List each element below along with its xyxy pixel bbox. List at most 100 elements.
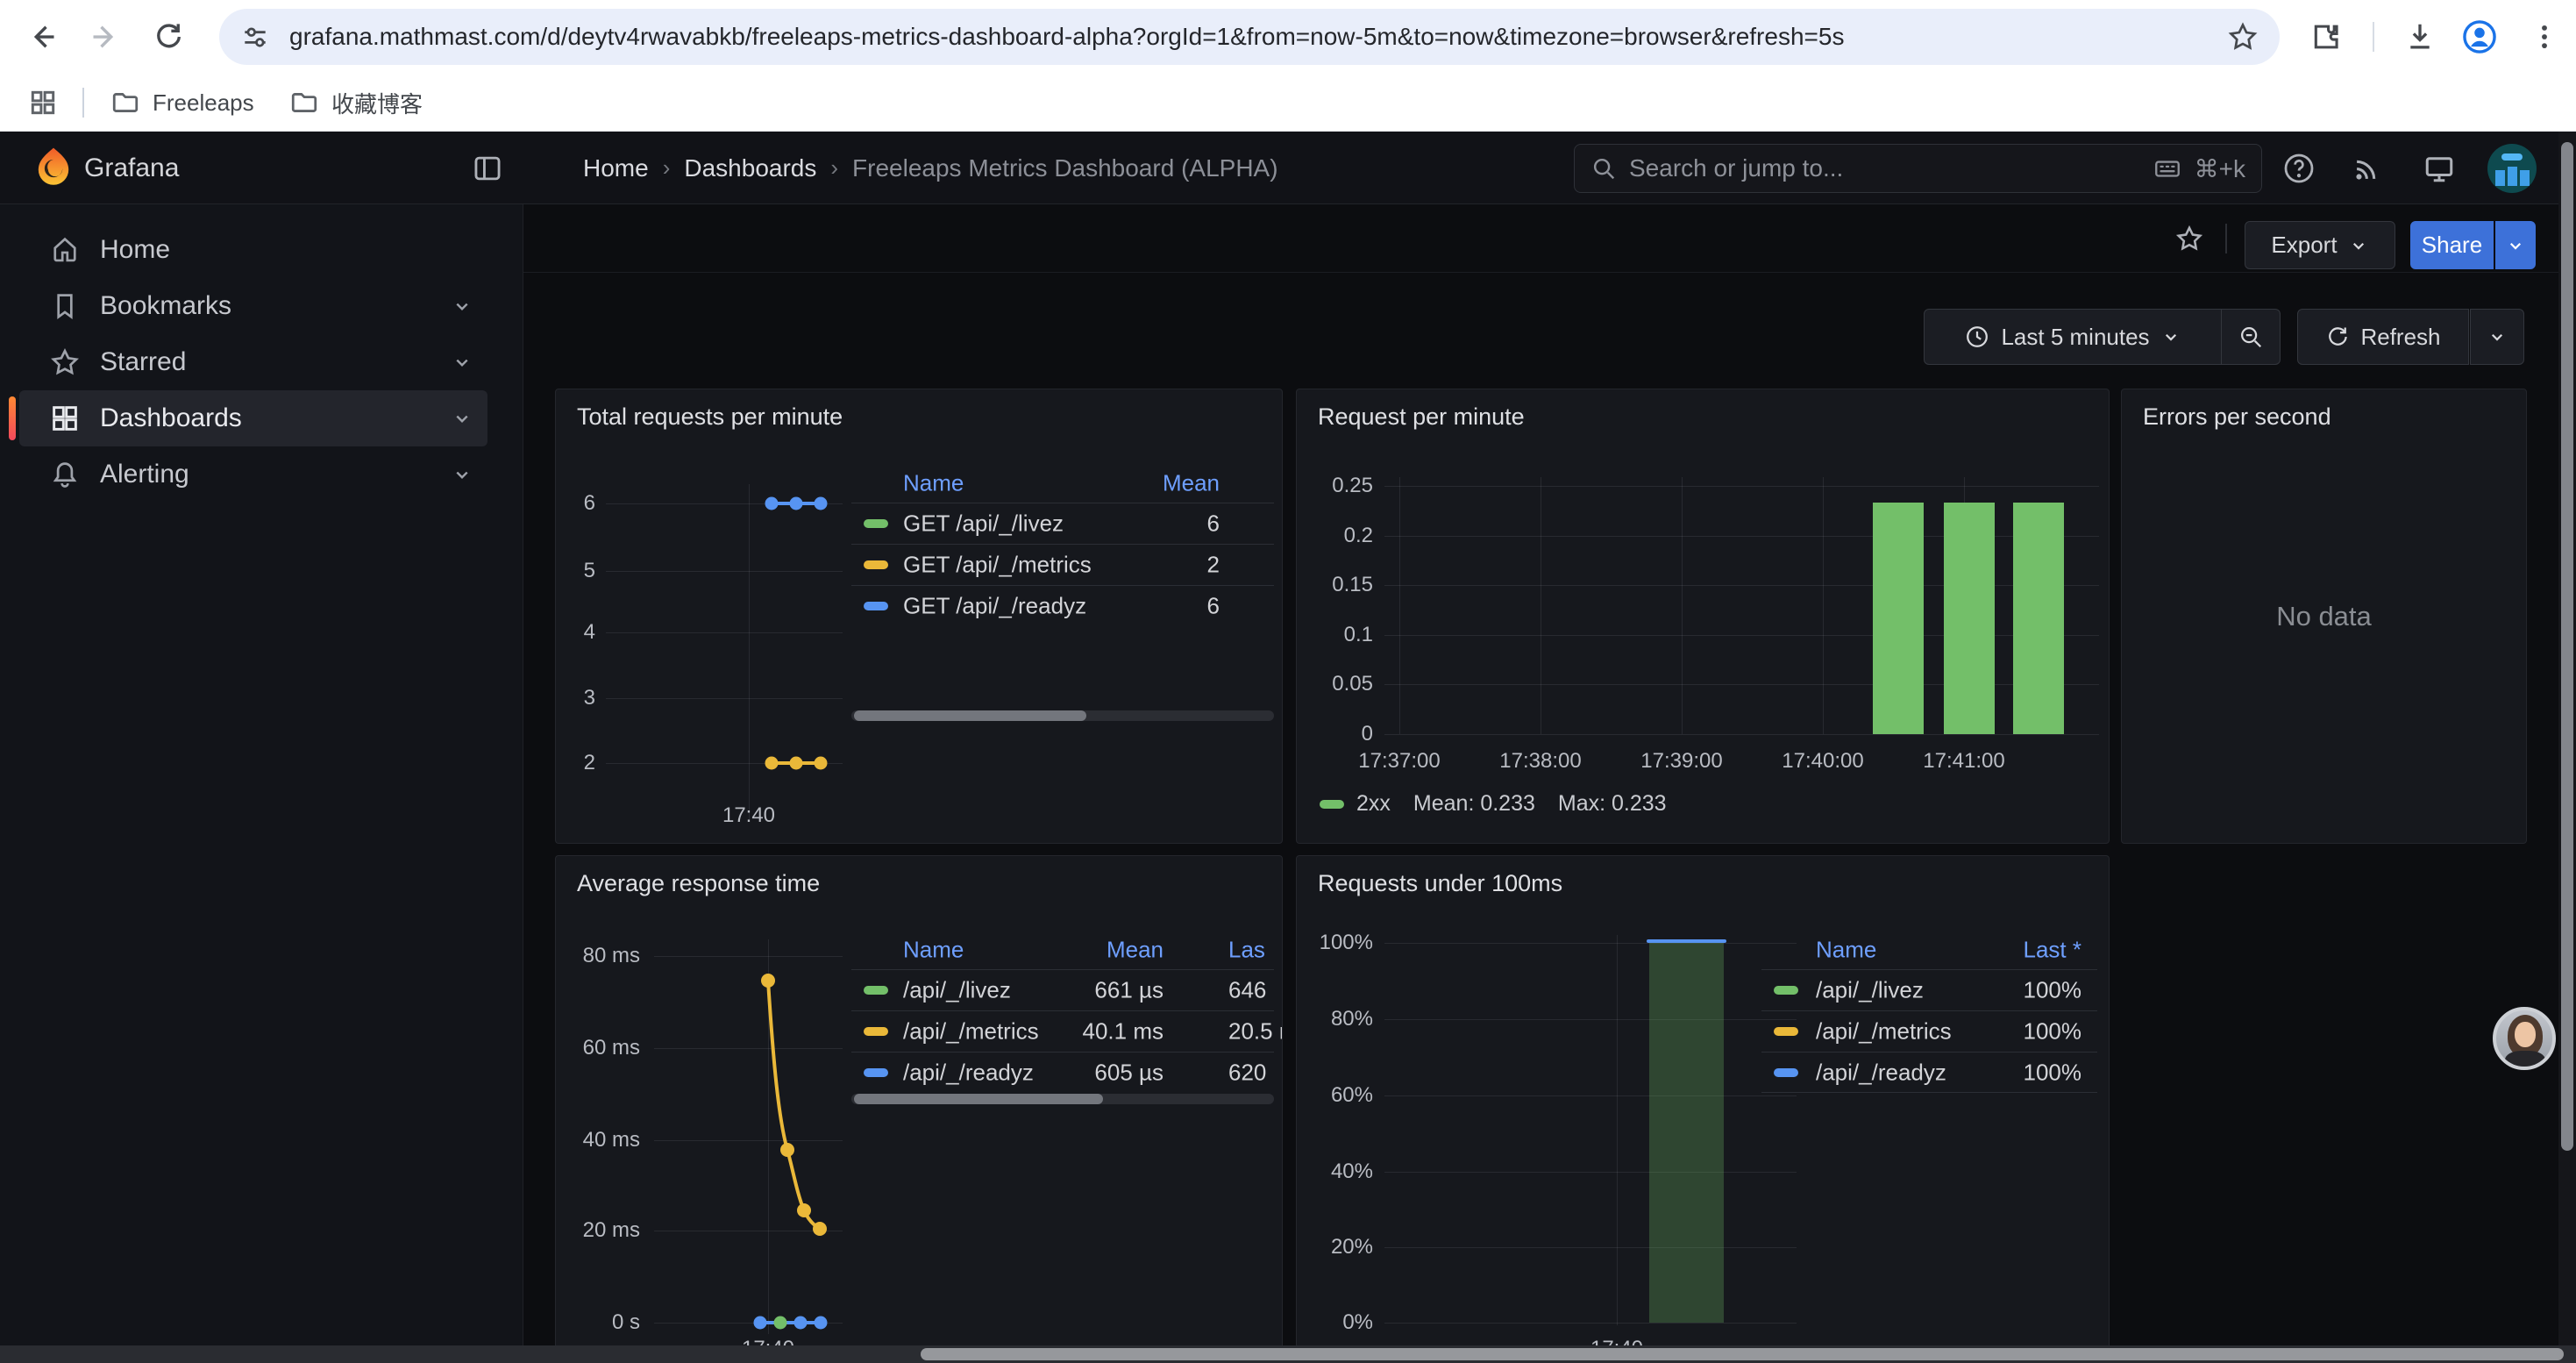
col-name[interactable]: Name: [903, 937, 964, 964]
profile-icon[interactable]: [2460, 18, 2499, 56]
extensions-icon[interactable]: [2306, 18, 2345, 56]
legend[interactable]: 2xx Mean: 0.233 Max: 0.233: [1320, 791, 1667, 817]
floating-assistant-avatar[interactable]: [2493, 1007, 2556, 1070]
col-last[interactable]: Las: [1228, 937, 1265, 964]
series-name[interactable]: /api/_/metrics: [903, 1018, 1039, 1045]
favorite-star-icon[interactable]: [2168, 223, 2210, 254]
bookmark-folder-blogs[interactable]: 收藏博客: [277, 82, 435, 123]
col-last[interactable]: Last *: [2024, 937, 2082, 964]
panel-title[interactable]: Total requests per minute: [577, 403, 843, 431]
tune-icon[interactable]: [240, 22, 270, 52]
sidebar-item-alerting[interactable]: Alerting: [19, 446, 487, 503]
refresh-interval-button[interactable]: [2470, 309, 2524, 365]
scrollbar-thumb[interactable]: [2561, 142, 2573, 1151]
series-name[interactable]: GET /api/_/metrics: [903, 552, 1092, 579]
sidebar-item-label: Home: [100, 235, 170, 265]
legend-row[interactable]: GET /api/_/metrics 2: [851, 544, 1274, 585]
col-mean[interactable]: Mean: [1107, 937, 1163, 964]
grafana-logo[interactable]: [32, 146, 75, 195]
series-color-pill: [1774, 986, 1798, 995]
bar-2xx: [2013, 503, 2064, 734]
chevron-down-icon[interactable]: [451, 407, 473, 430]
reload-icon[interactable]: [147, 16, 189, 58]
x-tick: 17:37:00: [1358, 749, 1440, 774]
sidebar-item-dashboards[interactable]: Dashboards: [19, 390, 487, 446]
brand-title[interactable]: Grafana: [84, 132, 179, 204]
bookmark-folder-freeleaps[interactable]: Freeleaps: [98, 82, 267, 123]
breadcrumb: Home › Dashboards › Freeleaps Metrics Da…: [583, 132, 1278, 204]
series-name[interactable]: /api/_/livez: [1816, 977, 1924, 1004]
legend-row[interactable]: /api/_/livez 661 µs 646: [851, 969, 1274, 1010]
zoom-out-button[interactable]: [2221, 309, 2281, 365]
sidebar-item-home[interactable]: Home: [19, 222, 487, 278]
chevron-down-icon[interactable]: [451, 463, 473, 486]
area-column-100pct: [1649, 943, 1724, 1323]
dashboard-main: Export Share Last 5 minutes Refresh: [523, 204, 2558, 1363]
legend-row[interactable]: /api/_/livez 100%: [1761, 969, 2097, 1010]
series-name[interactable]: /api/_/livez: [903, 977, 1011, 1004]
legend-row[interactable]: /api/_/metrics 100%: [1761, 1010, 2097, 1052]
series-name[interactable]: /api/_/readyz: [903, 1060, 1034, 1087]
user-avatar[interactable]: [2487, 144, 2537, 193]
panel-errors-per-second: Errors per second No data: [2121, 389, 2527, 844]
legend-row[interactable]: GET /api/_/readyz 6: [851, 585, 1274, 626]
breadcrumb-home[interactable]: Home: [583, 154, 649, 182]
chevron-down-icon[interactable]: [451, 351, 473, 374]
sidebar: Home Bookmarks Starred: [0, 204, 523, 1363]
legend-row[interactable]: GET /api/_/livez 6: [851, 503, 1274, 544]
scrollbar-thumb[interactable]: [921, 1348, 2564, 1360]
help-icon[interactable]: [2276, 146, 2322, 191]
series-name[interactable]: /api/_/readyz: [1816, 1059, 1946, 1086]
url-bar[interactable]: grafana.mathmast.com/d/deytv4rwavabkb/fr…: [219, 9, 2280, 65]
col-mean[interactable]: Mean: [1163, 470, 1220, 497]
chevron-down-icon[interactable]: [451, 295, 473, 318]
refresh-button[interactable]: Refresh: [2297, 309, 2469, 365]
bookmark-label: 收藏博客: [331, 87, 423, 119]
series-name[interactable]: /api/_/metrics: [1816, 1018, 1952, 1045]
series-name[interactable]: GET /api/_/livez: [903, 510, 1064, 538]
series-color-pill: [864, 1027, 888, 1036]
menu-kebab-icon[interactable]: [2525, 18, 2564, 56]
y-tick: 60%: [1297, 1083, 1373, 1108]
share-label: Share: [2422, 232, 2482, 259]
panel-title[interactable]: Requests under 100ms: [1318, 870, 1562, 897]
table-scrollbar[interactable]: [851, 710, 1274, 721]
export-button[interactable]: Export: [2245, 221, 2395, 269]
legend-row[interactable]: /api/_/readyz 100%: [1761, 1052, 2097, 1093]
url-text[interactable]: grafana.mathmast.com/d/deytv4rwavabkb/fr…: [289, 23, 2227, 51]
back-icon[interactable]: [21, 16, 63, 58]
toolbar-divider: [2373, 22, 2374, 52]
sidebar-item-starred[interactable]: Starred: [19, 334, 487, 390]
news-rss-icon[interactable]: [2345, 146, 2390, 191]
legend-row[interactable]: /api/_/readyz 605 µs 620: [851, 1052, 1274, 1093]
tv-mode-icon[interactable]: [2416, 146, 2462, 191]
download-icon[interactable]: [2401, 18, 2439, 56]
avatar-robot-body: [2495, 170, 2505, 186]
time-range-button[interactable]: Last 5 minutes: [1924, 309, 2222, 365]
search-input[interactable]: Search or jump to... ⌘+k: [1574, 144, 2262, 193]
apps-grid-icon[interactable]: [16, 82, 70, 123]
share-caret-button[interactable]: [2495, 221, 2536, 269]
vertical-scrollbar[interactable]: [2558, 132, 2576, 1345]
table-scrollbar[interactable]: [851, 1094, 1274, 1104]
legend-table-header: Name Last *: [1761, 931, 2097, 969]
data-point: [815, 1317, 828, 1330]
series-name[interactable]: 2xx: [1356, 791, 1391, 817]
legend-table: Name Last * /api/_/livez 100% /api/_/met…: [1761, 931, 2097, 1093]
col-name[interactable]: Name: [1816, 937, 1876, 964]
legend-row[interactable]: /api/_/metrics 40.1 ms 20.5 m: [851, 1010, 1274, 1052]
time-range-label: Last 5 minutes: [2001, 324, 2149, 351]
data-point: [794, 1317, 808, 1330]
sidebar-item-bookmarks[interactable]: Bookmarks: [19, 278, 487, 334]
forward-icon[interactable]: [84, 16, 126, 58]
horizontal-scrollbar[interactable]: [0, 1345, 2576, 1363]
panel-title[interactable]: Request per minute: [1318, 403, 1525, 431]
bookmark-star-icon[interactable]: [2227, 21, 2259, 53]
dock-sidebar-icon[interactable]: [465, 146, 510, 191]
grafana-top-nav: Grafana Home › Dashboards › Freeleaps Me…: [0, 132, 2576, 204]
breadcrumb-dashboards[interactable]: Dashboards: [684, 154, 816, 182]
y-tick: 0.15: [1297, 573, 1373, 597]
series-name[interactable]: GET /api/_/readyz: [903, 593, 1086, 620]
col-name[interactable]: Name: [903, 470, 964, 497]
share-button[interactable]: Share: [2410, 221, 2494, 269]
